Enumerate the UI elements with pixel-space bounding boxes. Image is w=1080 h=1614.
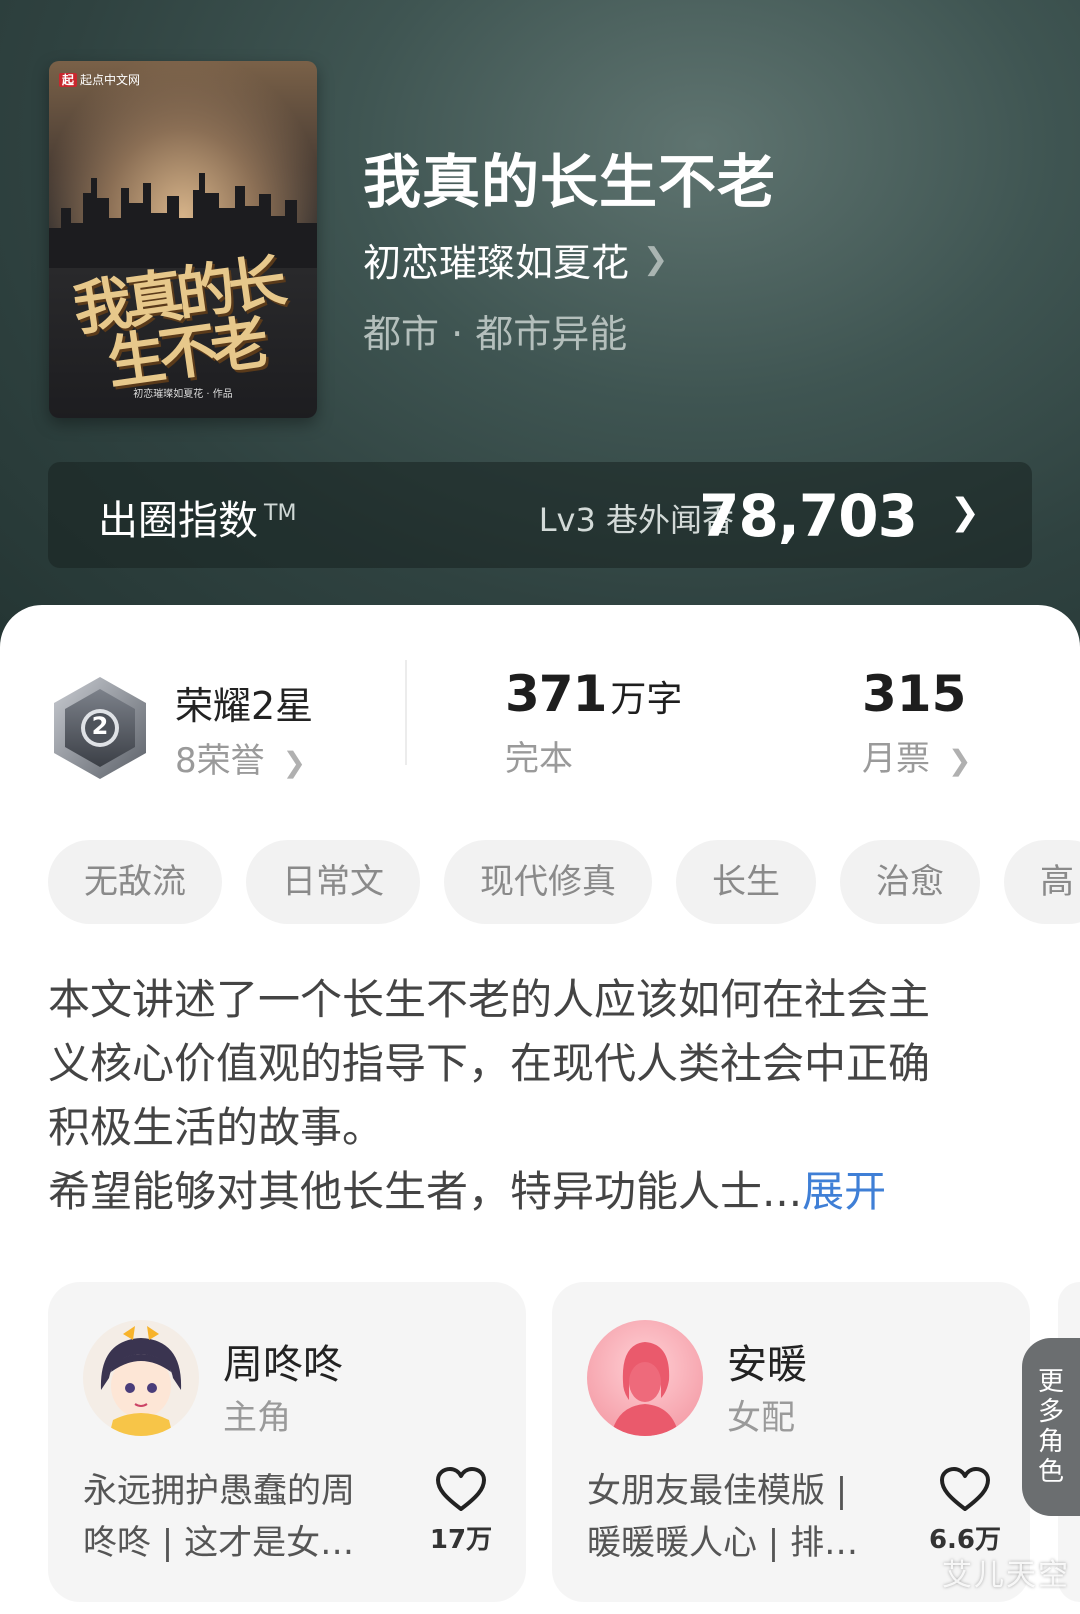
book-title: 我真的长生不老 xyxy=(363,148,777,216)
honor-title: 荣耀2星 xyxy=(175,684,314,728)
tag-chip[interactable]: 治愈 xyxy=(840,840,980,924)
index-value: 78,703 xyxy=(699,482,918,550)
character-card[interactable]: 周咚咚 主角 永远拥护愚蠢的周咚咚 | 这才是女… 17万 xyxy=(48,1282,526,1602)
index-label: 出圈指数 TM xyxy=(98,498,297,544)
author-link[interactable]: 初恋璀璨如夏花 ❯ xyxy=(363,232,668,287)
tag-chip[interactable]: 高 xyxy=(1004,840,1080,924)
character-quote: 女朋友最佳模版 | 暖暖暖人心 | 排… xyxy=(587,1471,859,1563)
character-name: 周咚咚 xyxy=(223,1342,343,1388)
watermark: 艾儿天空 xyxy=(942,1558,1070,1593)
tag-chip[interactable]: 长生 xyxy=(676,840,816,924)
monthly-votes-number: 315 xyxy=(862,665,967,723)
chevron-right-icon: ❯ xyxy=(643,242,669,277)
chevron-right-icon: ❯ xyxy=(282,746,307,779)
heart-icon xyxy=(940,1467,990,1511)
cover-author: 初恋璀璨如夏花 · 作品 xyxy=(133,389,233,400)
more-roles-button[interactable]: 更多角色 xyxy=(1022,1338,1080,1516)
tag-chip[interactable]: 日常文 xyxy=(246,840,420,924)
tag-chip[interactable]: 无敌流 xyxy=(48,840,222,924)
chevron-right-icon: ❯ xyxy=(949,492,980,533)
like-count: 17万 xyxy=(429,1525,493,1555)
book-description: 本文讲述了一个长生不老的人应该如何在社会主 义核心价值观的指导下，在现代人类社会… xyxy=(48,975,931,1216)
like-button[interactable]: 17万 xyxy=(416,1467,506,1556)
character-role: 主角 xyxy=(223,1398,291,1438)
monthly-votes-label: 月票 ❯ xyxy=(862,739,972,779)
character-role: 女配 xyxy=(727,1398,795,1438)
monthly-votes-stat[interactable]: 315 月票 ❯ xyxy=(862,665,971,780)
heart-icon xyxy=(436,1467,486,1511)
character-name: 安暖 xyxy=(727,1342,807,1388)
tag-list: 无敌流 日常文 现代修真 长生 治愈高 xyxy=(48,840,1080,924)
badge-number: 2 xyxy=(91,712,109,740)
cover-title: 我真的长生不老 xyxy=(69,247,285,398)
word-count-number: 371 xyxy=(505,665,607,723)
book-header: 起起点中文网 我真的长生不老 初恋璀璨如夏花 · 作品 我真的长生不老 初恋璀璨… xyxy=(0,0,1080,660)
popularity-index-bar[interactable]: 出圈指数 TM Lv3 巷外闻香 78,703 ❯ xyxy=(48,462,1032,568)
book-cover[interactable]: 起起点中文网 我真的长生不老 初恋璀璨如夏花 · 作品 xyxy=(49,61,317,418)
character-avatar xyxy=(587,1320,703,1436)
honor-sub: 8荣誉 ❯ xyxy=(175,741,307,781)
honor-stat[interactable]: 2 荣耀2星 8荣誉 ❯ xyxy=(50,675,400,790)
chevron-right-icon: ❯ xyxy=(948,744,972,777)
word-count-unit: 万字 xyxy=(610,679,683,720)
expand-link[interactable]: 展开 xyxy=(802,1167,886,1216)
character-quote: 永远拥护愚蠢的周咚咚 | 这才是女… xyxy=(83,1471,355,1563)
like-button[interactable]: 6.6万 xyxy=(920,1467,1010,1556)
author-name: 初恋璀璨如夏花 xyxy=(363,241,630,285)
character-avatar xyxy=(83,1320,199,1436)
cover-brand: 起起点中文网 xyxy=(59,71,140,88)
book-genre: 都市 · 都市异能 xyxy=(363,312,628,356)
completion-status: 完本 xyxy=(505,739,573,779)
word-count-stat: 371 万字 完本 xyxy=(505,665,682,780)
tag-chip[interactable]: 现代修真 xyxy=(444,840,652,924)
stats-divider xyxy=(405,660,407,765)
